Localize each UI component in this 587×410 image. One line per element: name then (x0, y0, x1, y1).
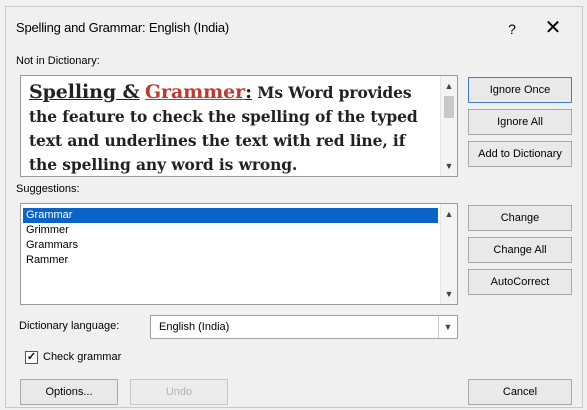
scroll-down-icon[interactable]: ▼ (441, 158, 457, 174)
text-spelling: Spelling & (29, 81, 140, 103)
change-all-button[interactable]: Change All (468, 237, 572, 263)
dictionary-language-value: English (India) (159, 321, 230, 333)
autocorrect-button[interactable]: AutoCorrect (468, 269, 572, 295)
suggestion-item-rammer[interactable]: Rammer (23, 253, 438, 268)
change-all-label: Change All (493, 244, 547, 256)
suggestions-label: Suggestions: (16, 183, 80, 195)
text-colon: : (245, 81, 252, 103)
check-grammar-checkbox[interactable]: ✓ (25, 351, 38, 364)
cancel-button[interactable]: Cancel (468, 379, 572, 405)
misspelled-word: Grammer (144, 81, 246, 103)
change-button[interactable]: Change (468, 205, 572, 231)
suggestions-listbox[interactable]: Grammar Grimmer Grammars Rammer ▲ ▼ (20, 203, 458, 305)
check-grammar-label: Check grammar (43, 351, 122, 363)
not-in-dictionary-textbox[interactable]: Spelling & Grammer: Ms Word provides the… (20, 75, 458, 177)
title-bar: Spelling and Grammar: English (India) ? … (6, 7, 582, 51)
ignore-all-button[interactable]: Ignore All (468, 109, 572, 135)
help-button[interactable]: ? (500, 17, 524, 41)
suggestion-item-grammar[interactable]: Grammar (23, 208, 438, 223)
add-to-dictionary-label: Add to Dictionary (478, 148, 562, 160)
not-in-dictionary-text: Spelling & Grammer: Ms Word provides the… (29, 80, 431, 177)
spelling-grammar-dialog: Spelling and Grammar: English (India) ? … (5, 6, 583, 408)
dictionary-language-select[interactable]: English (India) ▼ (150, 315, 458, 339)
dialog-title: Spelling and Grammar: English (India) (16, 20, 229, 35)
not-in-dictionary-label: Not in Dictionary: (16, 55, 100, 67)
options-label: Options... (45, 386, 93, 398)
scroll-thumb[interactable] (444, 96, 454, 118)
add-to-dictionary-button[interactable]: Add to Dictionary (468, 141, 572, 167)
ignore-once-button[interactable]: Ignore Once (468, 77, 572, 103)
scroll-up-icon[interactable]: ▲ (441, 78, 457, 94)
ignore-all-label: Ignore All (497, 116, 543, 128)
dictionary-language-label: Dictionary language: (19, 320, 120, 332)
not-in-dictionary-scrollbar[interactable]: ▲ ▼ (440, 76, 457, 176)
options-button[interactable]: Options... (20, 379, 118, 405)
autocorrect-label: AutoCorrect (490, 276, 550, 288)
suggestions-scrollbar[interactable]: ▲ ▼ (440, 204, 457, 304)
undo-button[interactable]: Undo (130, 379, 228, 405)
change-label: Change (500, 212, 540, 224)
chevron-down-icon[interactable]: ▼ (438, 316, 457, 338)
cancel-label: Cancel (502, 386, 538, 398)
suggestion-item-grammars[interactable]: Grammars (23, 238, 438, 253)
suggestion-item-grimmer[interactable]: Grimmer (23, 223, 438, 238)
undo-label: Undo (165, 386, 193, 398)
ignore-once-label: Ignore Once (489, 84, 551, 96)
scroll-down-icon[interactable]: ▼ (441, 286, 457, 302)
close-button[interactable]: ✕ (541, 17, 565, 41)
scroll-up-icon[interactable]: ▲ (441, 206, 457, 222)
